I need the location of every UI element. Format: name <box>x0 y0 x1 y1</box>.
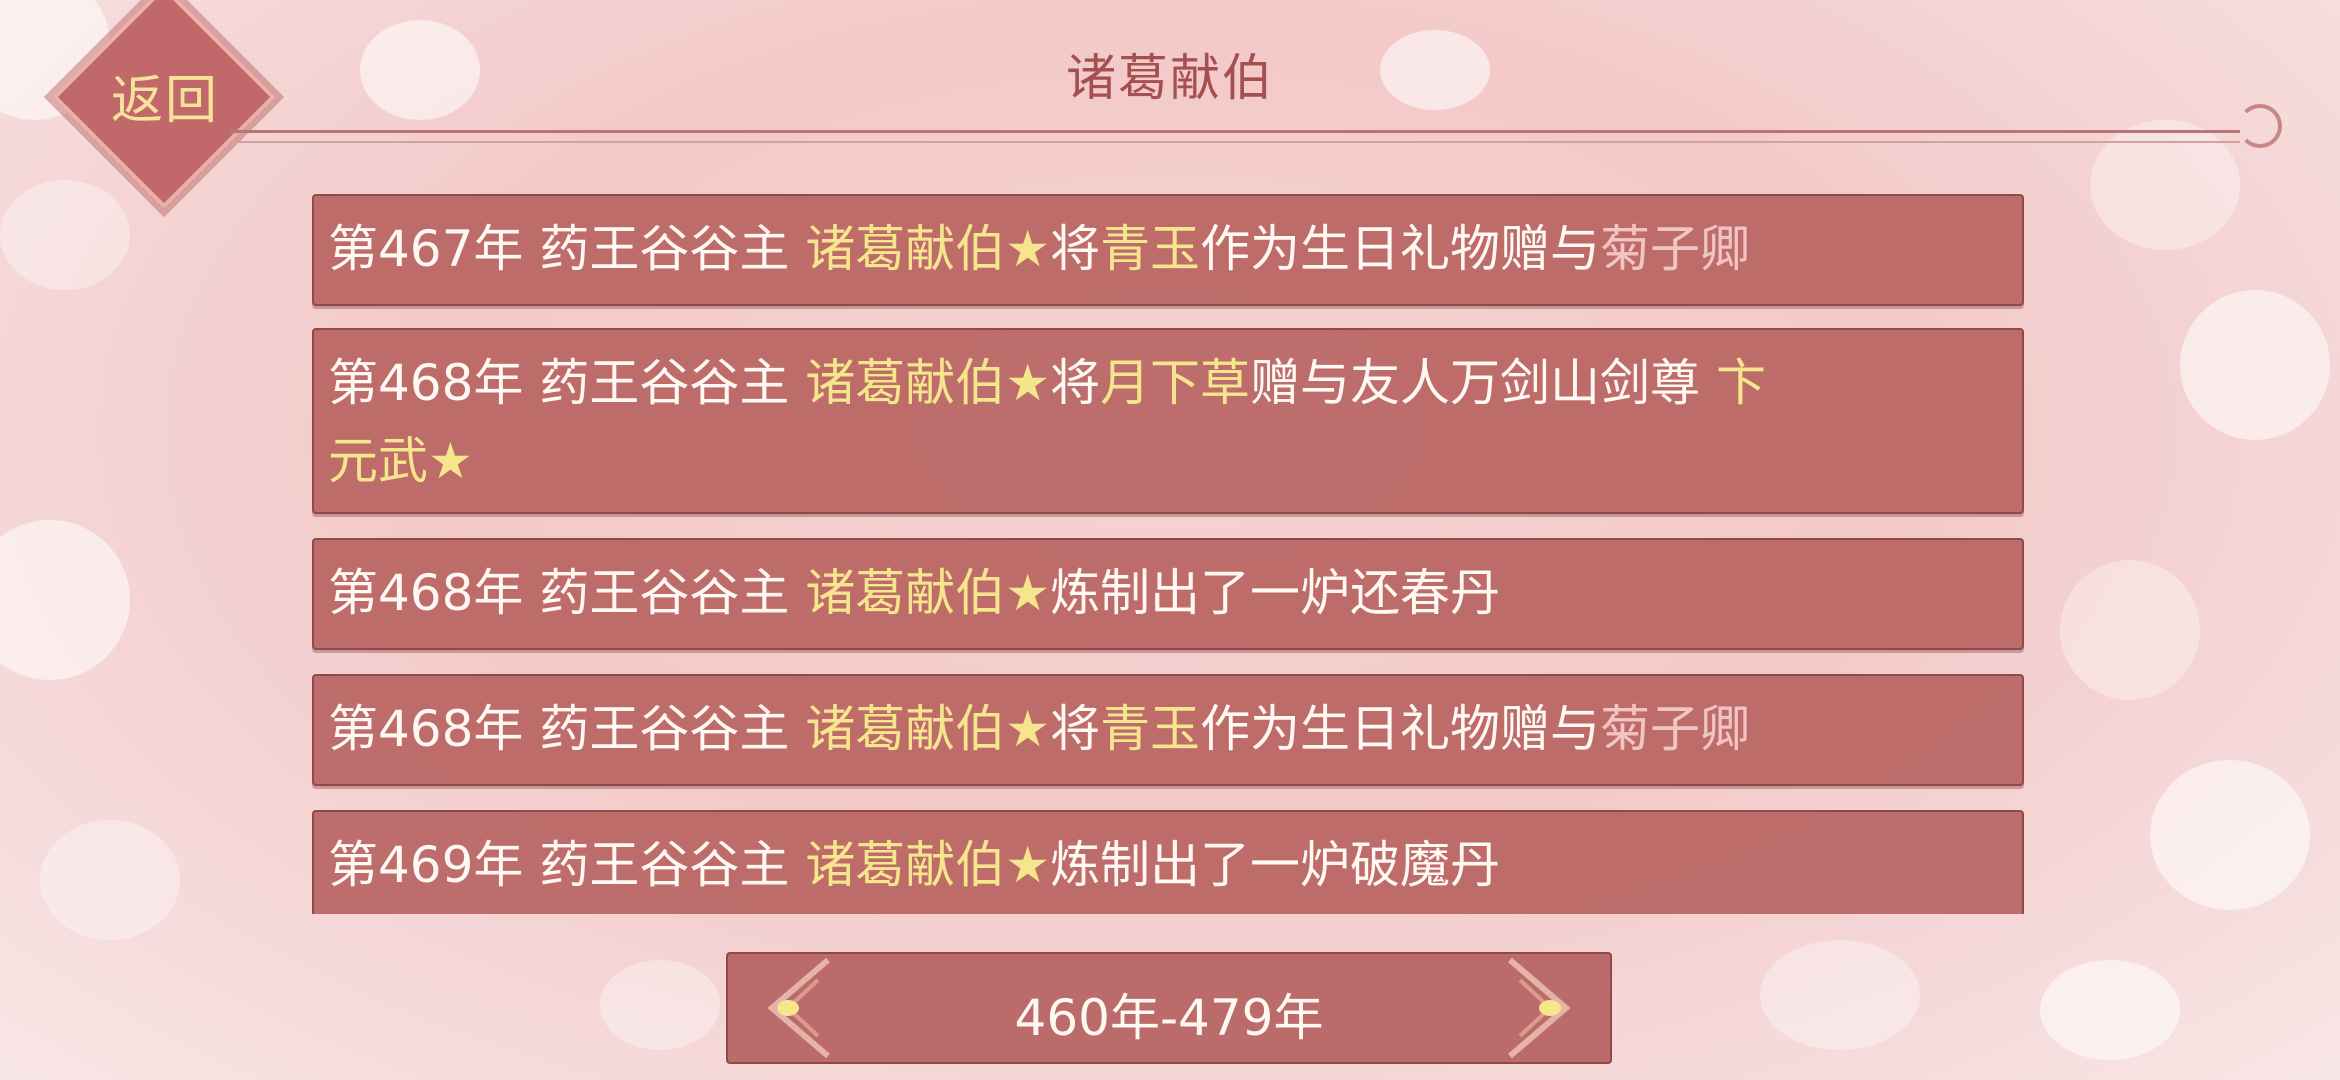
highlighted-name: 月下草 <box>1100 354 1251 412</box>
event-text: 炼制出了一炉还春丹 <box>1050 564 1501 622</box>
highlighted-name: 青玉 <box>1100 220 1201 278</box>
star-icon: ★ <box>428 432 473 490</box>
event-text: 将 <box>1050 354 1101 412</box>
event-text-line: 第467年 药王谷谷主 诸葛献伯★将青玉作为生日礼物赠与菊子卿 <box>328 210 2008 288</box>
event-text: 第468年 药王谷谷主 <box>328 564 806 622</box>
event-text-line: 第469年 药王谷谷主 诸葛献伯★炼制出了一炉破魔丹 <box>328 826 2008 904</box>
highlighted-name: 诸葛献伯 <box>805 564 1006 622</box>
highlighted-name: 菊子卿 <box>1600 220 1751 278</box>
page-title: 诸葛献伯 <box>1066 49 1274 107</box>
highlighted-name: 元武 <box>328 432 428 490</box>
highlighted-name: 卞 <box>1715 354 1766 412</box>
event-entry: 第469年 药王谷谷主 诸葛献伯★炼制出了一炉破魔丹 <box>312 810 2024 914</box>
event-list[interactable]: 第467年 药王谷谷主 诸葛献伯★将青玉作为生日礼物赠与菊子卿 第468年 药王… <box>312 192 2028 914</box>
year-range-label: 460年-479年 <box>1014 989 1324 1047</box>
event-text: 赠与友人万剑山剑尊 <box>1250 354 1716 412</box>
event-text: 作为生日礼物赠与 <box>1200 700 1601 758</box>
star-icon: ★ <box>1005 700 1051 758</box>
star-icon: ★ <box>1005 836 1051 894</box>
highlighted-name: 诸葛献伯 <box>805 220 1006 278</box>
event-text: 第469年 药王谷谷主 <box>328 836 806 894</box>
header-divider <box>230 130 2240 143</box>
star-icon: ★ <box>1005 220 1051 278</box>
divider-swirl-icon <box>2238 104 2282 148</box>
event-text-line: 第468年 药王谷谷主 诸葛献伯★将月下草赠与友人万剑山剑尊 卞 <box>328 344 2008 422</box>
highlighted-name: 青玉 <box>1100 700 1201 758</box>
event-text: 第468年 药王谷谷主 <box>328 700 806 758</box>
event-text: 将 <box>1050 220 1101 278</box>
event-text-line: 元武★ <box>328 422 2008 500</box>
event-text: 将 <box>1050 700 1101 758</box>
event-text: 炼制出了一炉破魔丹 <box>1050 836 1501 894</box>
event-text-line: 第468年 药王谷谷主 诸葛献伯★将青玉作为生日礼物赠与菊子卿 <box>328 690 2008 768</box>
star-icon: ★ <box>1005 564 1051 622</box>
highlighted-name: 诸葛献伯 <box>805 836 1006 894</box>
event-entry: 第468年 药王谷谷主 诸葛献伯★将青玉作为生日礼物赠与菊子卿 <box>312 674 2024 786</box>
star-icon: ★ <box>1005 354 1051 412</box>
event-text: 第468年 药王谷谷主 <box>328 354 806 412</box>
highlighted-name: 诸葛献伯 <box>805 354 1006 412</box>
event-entry: 第468年 药王谷谷主 诸葛献伯★炼制出了一炉还春丹 <box>312 538 2024 650</box>
event-entry: 第468年 药王谷谷主 诸葛献伯★将月下草赠与友人万剑山剑尊 卞元武★ <box>312 328 2024 514</box>
event-text: 作为生日礼物赠与 <box>1200 220 1601 278</box>
event-text: 第467年 药王谷谷主 <box>328 220 806 278</box>
highlighted-name: 诸葛献伯 <box>805 700 1006 758</box>
event-entry: 第467年 药王谷谷主 诸葛献伯★将青玉作为生日礼物赠与菊子卿 <box>312 194 2024 306</box>
year-range-pager: 460年-479年 <box>726 952 1612 1064</box>
next-page-arrow-icon[interactable] <box>1498 954 1580 1062</box>
event-text-line: 第468年 药王谷谷主 诸葛献伯★炼制出了一炉还春丹 <box>328 554 2008 632</box>
highlighted-name: 菊子卿 <box>1600 700 1751 758</box>
